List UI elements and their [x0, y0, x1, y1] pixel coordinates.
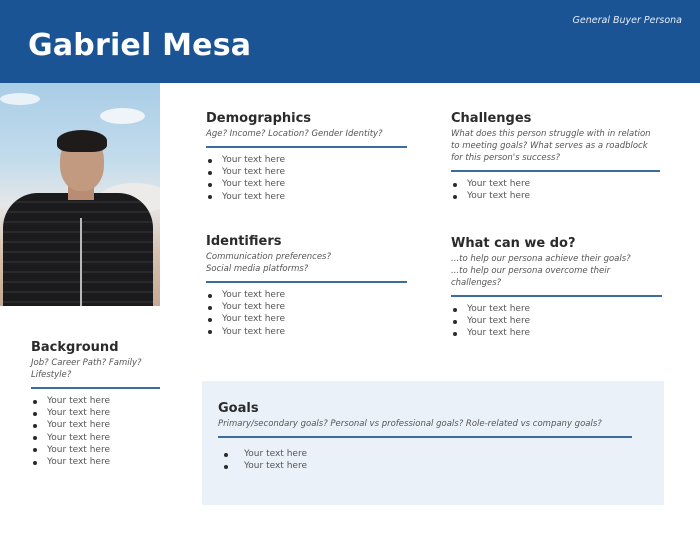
- list-item[interactable]: Your text here: [218, 448, 632, 460]
- list-item[interactable]: Your text here: [31, 456, 160, 468]
- section-prompt-line: Communication preferences?: [206, 252, 331, 262]
- list-item[interactable]: Your text here: [206, 166, 407, 178]
- persona-photo: [0, 83, 160, 306]
- list-item[interactable]: Your text here: [206, 301, 407, 313]
- list-item[interactable]: Your text here: [451, 327, 662, 339]
- goals-section: Goals Primary/secondary goals? Personal …: [218, 401, 632, 472]
- section-prompt: Job? Career Path? Family? Lifestyle?: [31, 358, 142, 380]
- list-item[interactable]: Your text here: [31, 419, 160, 431]
- demographics-section: Demographics Age? Income? Location? Gend…: [206, 111, 407, 203]
- list-item[interactable]: Your text here: [206, 313, 407, 325]
- section-title: Goals: [218, 401, 259, 416]
- bullet-list: Your text here Your text here Your text …: [31, 395, 160, 468]
- list-item[interactable]: Your text here: [218, 460, 632, 472]
- list-item[interactable]: Your text here: [31, 395, 160, 407]
- challenges-section: Challenges What does this person struggl…: [451, 111, 660, 202]
- section-prompt-line: Social media platforms?: [206, 264, 309, 274]
- list-item[interactable]: Your text here: [206, 154, 407, 166]
- list-item[interactable]: Your text here: [206, 191, 407, 203]
- persona-name: Gabriel Mesa: [28, 28, 252, 63]
- list-item[interactable]: Your text here: [206, 289, 407, 301]
- bullet-list: Your text here Your text here Your text …: [451, 303, 662, 340]
- header-banner: Gabriel Mesa General Buyer Persona: [0, 0, 700, 83]
- list-item[interactable]: Your text here: [451, 190, 660, 202]
- section-divider: [206, 281, 407, 283]
- photo-jacket: [3, 193, 153, 306]
- list-item[interactable]: Your text here: [31, 407, 160, 419]
- section-divider: [218, 436, 632, 438]
- section-title: Background: [31, 340, 119, 355]
- photo-zipper: [80, 218, 82, 306]
- goals-panel: Goals Primary/secondary goals? Personal …: [202, 381, 664, 505]
- section-title: What can we do?: [451, 236, 576, 251]
- persona-type-label: General Buyer Persona: [572, 15, 682, 26]
- list-item[interactable]: Your text here: [451, 315, 662, 327]
- section-divider: [31, 387, 160, 389]
- section-prompt-line: ...to help our persona achieve their goa…: [451, 254, 631, 264]
- section-title: Challenges: [451, 111, 532, 126]
- identifiers-section: Identifiers Communication preferences? S…: [206, 234, 407, 338]
- photo-cloud: [100, 108, 145, 124]
- photo-cloud: [0, 93, 40, 105]
- section-prompt: What does this person struggle with in r…: [451, 129, 651, 163]
- section-title: Identifiers: [206, 234, 282, 249]
- list-item[interactable]: Your text here: [206, 178, 407, 190]
- bullet-list: Your text here Your text here Your text …: [206, 154, 407, 203]
- section-divider: [451, 295, 662, 297]
- background-section: Background Job? Career Path? Family? Lif…: [31, 340, 160, 468]
- bullet-list: Your text here Your text here Your text …: [206, 289, 407, 338]
- list-item[interactable]: Your text here: [31, 432, 160, 444]
- list-item[interactable]: Your text here: [451, 178, 660, 190]
- bullet-list: Your text here Your text here: [451, 178, 660, 202]
- section-prompt-line: ...to help our persona overcome their ch…: [451, 266, 611, 288]
- photo-hair: [57, 130, 107, 152]
- section-prompt: Age? Income? Location? Gender Identity?: [206, 129, 383, 139]
- section-divider: [206, 146, 407, 148]
- section-title: Demographics: [206, 111, 312, 126]
- list-item[interactable]: Your text here: [31, 444, 160, 456]
- section-prompt: Primary/secondary goals? Personal vs pro…: [218, 419, 602, 429]
- bullet-list: Your text here Your text here: [218, 448, 632, 472]
- list-item[interactable]: Your text here: [206, 326, 407, 338]
- section-divider: [451, 170, 660, 172]
- list-item[interactable]: Your text here: [451, 303, 662, 315]
- what-can-we-do-section: What can we do? ...to help our persona a…: [451, 236, 662, 340]
